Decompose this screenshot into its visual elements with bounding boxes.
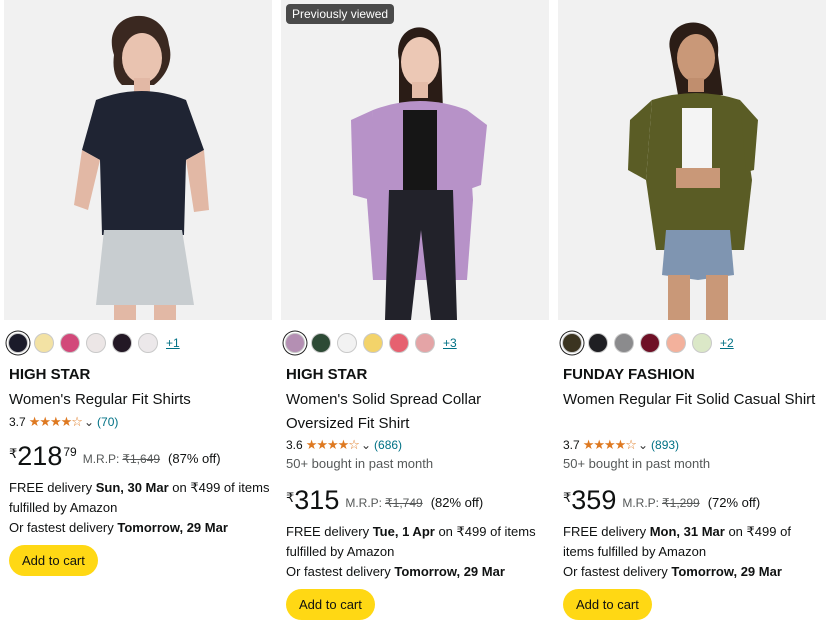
product-title[interactable]: Women Regular Fit Solid Casual Shirt <box>563 388 823 412</box>
rating-row: 3.6 ★★★★☆ ⌄ (686) <box>286 437 402 453</box>
fastest-date: Tomorrow, 29 Mar <box>117 520 228 535</box>
mrp-value: ₹1,299 <box>662 496 700 510</box>
brand-name: HIGH STAR <box>9 366 91 383</box>
mrp-label: M.R.P: <box>345 496 383 510</box>
price-row: ₹ 218 79 M.R.P: ₹1,649 (87% off) <box>9 442 221 470</box>
mrp-value: ₹1,749 <box>385 496 423 510</box>
color-swatch[interactable] <box>640 333 660 353</box>
delivery-prefix: FREE delivery <box>286 524 373 539</box>
product-image[interactable]: Previously viewed <box>281 0 549 320</box>
delivery-info: FREE delivery Sun, 30 Mar on ₹499 of ite… <box>9 478 271 538</box>
product-image[interactable] <box>558 0 826 320</box>
star-rating-icon[interactable]: ★★★★☆ <box>306 437 360 453</box>
delivery-prefix: FREE delivery <box>9 480 96 495</box>
currency-symbol: ₹ <box>286 490 295 505</box>
more-colors-link[interactable]: +1 <box>166 336 180 350</box>
color-swatch[interactable] <box>337 333 357 353</box>
star-rating-icon[interactable]: ★★★★☆ <box>29 414 83 430</box>
color-swatch[interactable] <box>60 333 80 353</box>
delivery-date: Tue, 1 Apr <box>372 524 435 539</box>
price-whole[interactable]: 359 <box>571 486 616 514</box>
color-swatch[interactable] <box>588 333 608 353</box>
price-whole[interactable]: 218 <box>17 442 62 470</box>
add-to-cart-button[interactable]: Add to cart <box>9 545 98 576</box>
color-swatch[interactable] <box>86 333 106 353</box>
chevron-down-icon[interactable]: ⌄ <box>361 438 371 452</box>
bought-count: 50+ bought in past month <box>286 456 434 471</box>
mrp-label: M.R.P: <box>82 452 120 466</box>
color-swatch[interactable] <box>8 333 28 353</box>
color-swatch[interactable] <box>138 333 158 353</box>
product-card: +2 FUNDAY FASHION Women Regular Fit Soli… <box>558 0 826 632</box>
color-swatches: +1 <box>8 332 180 354</box>
review-count-link[interactable]: (686) <box>374 438 402 452</box>
chevron-down-icon[interactable]: ⌄ <box>638 438 648 452</box>
delivery-info: FREE delivery Tue, 1 Apr on ₹499 of item… <box>286 522 548 582</box>
product-card: Previously viewed +3 HIGH STAR Women's S… <box>281 0 549 632</box>
rating-value: 3.7 <box>563 438 580 452</box>
mrp-value: ₹1,649 <box>122 452 161 466</box>
rating-value: 3.6 <box>286 438 303 452</box>
star-rating-icon[interactable]: ★★★★☆ <box>583 437 637 453</box>
chevron-down-icon[interactable]: ⌄ <box>84 415 94 429</box>
bought-count: 50+ bought in past month <box>563 456 711 471</box>
mrp: M.R.P: ₹1,649 <box>83 452 160 466</box>
fastest-prefix: Or fastest delivery <box>9 520 118 535</box>
previously-viewed-badge: Previously viewed <box>286 4 395 24</box>
mrp-label: M.R.P: <box>622 496 660 510</box>
fastest-date: Tomorrow, 29 Mar <box>394 564 505 579</box>
price-whole[interactable]: 315 <box>294 486 339 514</box>
price-row: ₹ 315 M.R.P: ₹1,749 (82% off) <box>286 486 483 514</box>
color-swatch[interactable] <box>285 333 305 353</box>
mrp: M.R.P: ₹1,299 <box>622 496 699 510</box>
product-title[interactable]: Women's Solid Spread Collar Oversized Fi… <box>286 388 546 436</box>
color-swatch[interactable] <box>614 333 634 353</box>
color-swatch[interactable] <box>112 333 132 353</box>
color-swatch[interactable] <box>666 333 686 353</box>
color-swatch[interactable] <box>562 333 582 353</box>
add-to-cart-button[interactable]: Add to cart <box>563 589 652 620</box>
review-count-link[interactable]: (893) <box>651 438 679 452</box>
discount-percent: (87% off) <box>168 451 221 466</box>
discount-percent: (72% off) <box>707 495 761 510</box>
price-row: ₹ 359 M.R.P: ₹1,299 (72% off) <box>563 486 760 514</box>
add-to-cart-button[interactable]: Add to cart <box>286 589 375 620</box>
fastest-prefix: Or fastest delivery <box>563 564 672 579</box>
color-swatch[interactable] <box>389 333 409 353</box>
brand-name: FUNDAY FASHION <box>563 366 695 383</box>
brand-name: HIGH STAR <box>286 366 368 383</box>
rating-row: 3.7 ★★★★☆ ⌄ (893) <box>563 437 679 453</box>
rating-row: 3.7 ★★★★☆ ⌄ (70) <box>9 414 118 430</box>
delivery-date: Sun, 30 Mar <box>95 480 169 495</box>
color-swatch[interactable] <box>692 333 712 353</box>
rating-value: 3.7 <box>9 415 26 429</box>
fastest-date: Tomorrow, 29 Mar <box>671 564 782 579</box>
product-title[interactable]: Women's Regular Fit Shirts <box>9 388 269 412</box>
currency-symbol: ₹ <box>563 490 572 505</box>
color-swatch[interactable] <box>311 333 331 353</box>
color-swatch[interactable] <box>34 333 54 353</box>
more-colors-link[interactable]: +3 <box>443 336 457 350</box>
price-fraction: 79 <box>63 445 77 459</box>
color-swatch[interactable] <box>415 333 435 353</box>
color-swatch[interactable] <box>363 333 383 353</box>
mrp: M.R.P: ₹1,749 <box>345 496 422 510</box>
color-swatches: +2 <box>562 332 734 354</box>
delivery-info: FREE delivery Mon, 31 Mar on ₹499 of ite… <box>563 522 825 582</box>
product-card: +1 HIGH STAR Women's Regular Fit Shirts … <box>4 0 272 632</box>
review-count-link[interactable]: (70) <box>97 415 118 429</box>
currency-symbol: ₹ <box>9 446 18 461</box>
fastest-prefix: Or fastest delivery <box>286 564 395 579</box>
discount-percent: (82% off) <box>430 495 484 510</box>
product-image[interactable] <box>4 0 272 320</box>
more-colors-link[interactable]: +2 <box>720 336 734 350</box>
delivery-date: Mon, 31 Mar <box>649 524 725 539</box>
color-swatches: +3 <box>285 332 457 354</box>
delivery-prefix: FREE delivery <box>563 524 650 539</box>
